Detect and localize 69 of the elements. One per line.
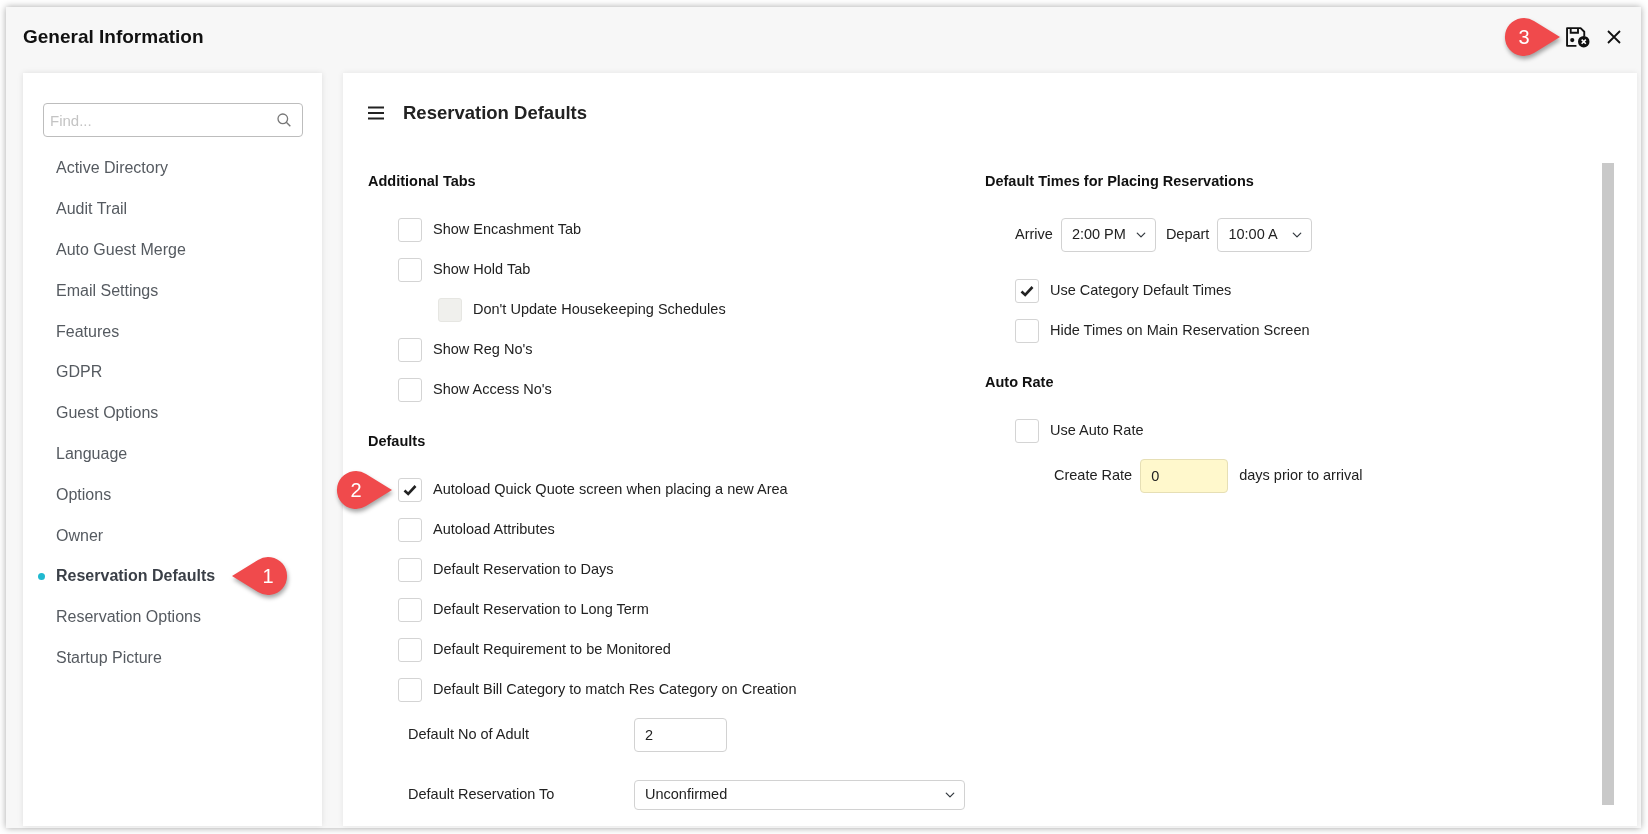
menu-icon [368, 106, 384, 120]
checkbox-label: Default Reservation to Long Term [433, 600, 649, 620]
sidebar-item[interactable]: Reservation Options [56, 607, 201, 628]
sidebar-item[interactable]: Active Directory [56, 158, 169, 179]
sidebar-item[interactable]: Guest Options [56, 403, 159, 424]
scrollbar[interactable] [1602, 163, 1614, 805]
checkbox-label: Use Auto Rate [1050, 421, 1144, 441]
checkbox-label: Default Bill Category to match Res Category on Creation [433, 680, 797, 700]
checkmark-icon [1020, 285, 1034, 297]
section-heading: Auto Rate [985, 373, 1055, 391]
callout-marker: 3 [1502, 16, 1562, 58]
checkbox-label: Autoload Attributes [433, 520, 555, 540]
sidebar-item[interactable]: Features [56, 321, 120, 342]
checkbox[interactable] [1015, 279, 1039, 303]
checkbox[interactable] [398, 258, 422, 282]
checkbox[interactable] [1015, 319, 1039, 343]
sidebar-item[interactable]: Auto Guest Merge [56, 240, 186, 260]
window-title: General Information [23, 25, 204, 49]
section-heading: Additional Tabs [368, 172, 477, 190]
field-label: Default Reservation To [408, 785, 556, 805]
checkbox-label: Don't Update Housekeeping Schedules [473, 300, 726, 320]
checkbox-label: Autoload Quick Quote screen when placing a new Area [433, 480, 788, 500]
sidebar-item[interactable]: Owner [56, 525, 104, 546]
sidebar-item[interactable]: Options [56, 484, 112, 505]
sidebar-item[interactable]: Email Settings [56, 280, 159, 301]
checkbox-label: Show Access No's [433, 380, 552, 400]
callout-marker: 2 [334, 469, 394, 511]
field-label: Arrive [1015, 225, 1053, 245]
sidebar-item[interactable]: GDPR [56, 362, 103, 383]
dropdown[interactable]: 10:00 A [1217, 218, 1313, 252]
section-heading: Default Times for Placing Reservations [985, 172, 1255, 190]
sidebar-item[interactable]: Reservation Defaults [56, 566, 216, 587]
checkbox-label: Default Reservation to Days [433, 560, 614, 580]
checkbox-label: Use Category Default Times [1050, 281, 1232, 301]
checkbox-label: Default Requirement to be Monitored [433, 640, 671, 660]
field-label: Default No of Adult [408, 725, 530, 745]
checkbox[interactable] [1015, 419, 1039, 443]
field-label: Create Rate [1054, 466, 1133, 486]
checkmark-icon [403, 484, 417, 496]
dropdown[interactable]: 2:00 PM [1060, 218, 1156, 252]
sidebar-item[interactable]: Audit Trail [56, 199, 128, 220]
checkbox[interactable] [398, 638, 422, 662]
checkbox[interactable] [398, 338, 422, 362]
field-label: Depart [1165, 225, 1210, 245]
checkbox-label: Show Reg No's [433, 340, 533, 360]
checkbox[interactable] [398, 478, 422, 502]
save-icon [1566, 26, 1590, 48]
checkbox-label: Show Hold Tab [433, 260, 531, 280]
dropdown[interactable]: Unconfirmed [634, 780, 965, 810]
checkbox[interactable] [398, 558, 422, 582]
checkbox[interactable] [398, 378, 422, 402]
checkbox-label: Show Encashment Tab [433, 220, 582, 240]
text-field[interactable]: 0 [1140, 459, 1229, 493]
checkbox[interactable] [398, 518, 422, 542]
checkbox[interactable] [398, 598, 422, 622]
search-field[interactable]: Find... [43, 103, 303, 137]
close-icon [1607, 30, 1621, 44]
sidebar-item[interactable]: Language [56, 443, 128, 464]
unit-label: days prior to arrival [1239, 466, 1363, 486]
text-field[interactable]: 2 [634, 718, 727, 752]
checkbox[interactable] [398, 678, 422, 702]
menu-button[interactable] [368, 106, 384, 120]
search-icon [277, 113, 291, 127]
sidebar-item[interactable]: Startup Picture [56, 647, 162, 668]
active-dot-icon [38, 572, 45, 580]
section-heading: Defaults [368, 432, 427, 450]
panel-title: Reservation Defaults [403, 101, 588, 125]
checkbox[interactable] [398, 218, 422, 242]
checkbox-label: Hide Times on Main Reservation Screen [1050, 321, 1310, 341]
